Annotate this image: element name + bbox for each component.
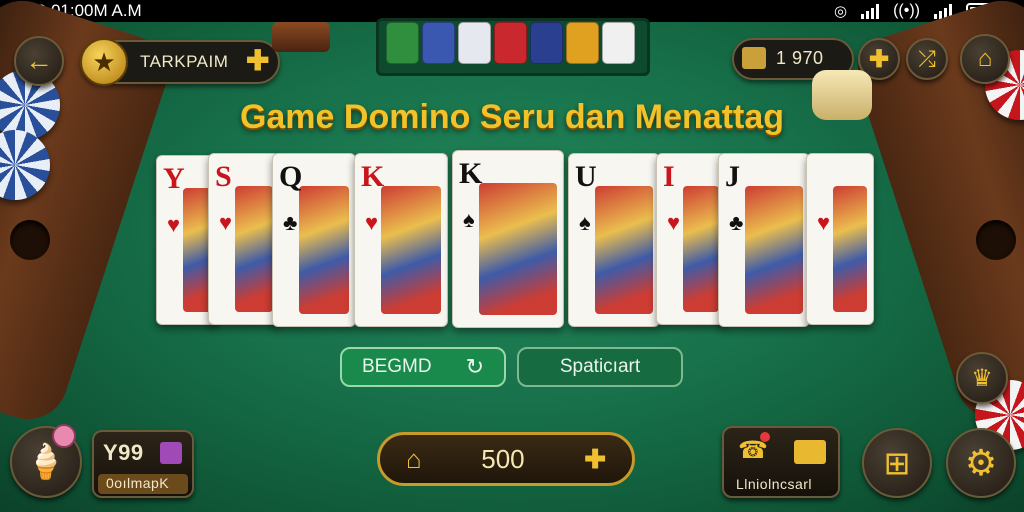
player-add-button[interactable]: ✚ <box>246 44 269 77</box>
card-rank: K <box>361 160 385 193</box>
die <box>494 22 527 64</box>
refresh-icon: ↻ <box>465 354 485 379</box>
card-art <box>833 186 867 312</box>
wallet-icon <box>742 47 766 69</box>
card-art <box>235 186 273 312</box>
begin-label: BEGMD <box>361 356 432 377</box>
card-rank: J <box>725 160 740 193</box>
plus-icon[interactable]: ✚ <box>584 444 606 475</box>
die <box>602 22 635 64</box>
game-screen: Y99 01:00M A.M ◎ ((•)) ← ★ TARKPAIM ✚ 1 … <box>0 0 1024 512</box>
start-label: Spaticıart <box>559 356 641 377</box>
notification-dot <box>760 432 770 442</box>
card-suit-icon: ♠ <box>463 207 475 232</box>
begin-button[interactable]: BEGMD ↻ <box>340 347 506 387</box>
folder-icon[interactable] <box>794 440 826 464</box>
plus-icon: ✚ <box>868 45 890 73</box>
share-icon: ⤮ <box>918 46 936 71</box>
home-icon: ⌂ <box>977 45 993 72</box>
playing-card[interactable]: K ♠ <box>452 150 564 328</box>
die <box>386 22 419 64</box>
home-icon: ⌂ <box>406 443 422 474</box>
card-suit-icon: ♥ <box>167 212 181 237</box>
card-suit-icon: ♣ <box>283 210 298 235</box>
card-suit-icon: ♠ <box>579 210 591 235</box>
wifi-icon: ((•)) <box>893 2 920 19</box>
die <box>422 22 455 64</box>
ice-cream-icon: 🍦 <box>24 443 68 481</box>
card-suit-icon: ♥ <box>365 210 379 235</box>
profile-badge <box>52 424 76 448</box>
card-rank: U <box>575 160 597 193</box>
card-suit-icon: ♣ <box>729 210 744 235</box>
card-rank: K <box>459 157 483 190</box>
playing-card[interactable]: Q ♣ <box>272 153 356 327</box>
menu-button[interactable]: ⊞ <box>862 428 932 498</box>
playing-card[interactable]: I ♥ <box>656 153 726 325</box>
signal-icon <box>861 3 880 19</box>
card-rank: I <box>663 160 675 193</box>
card-art <box>745 186 803 314</box>
die <box>458 22 491 64</box>
card-art <box>595 186 653 314</box>
card-suit-icon: ♥ <box>667 210 681 235</box>
level-label: Y99 <box>103 440 144 465</box>
card-art <box>183 188 211 312</box>
arrow-left-icon: ← <box>25 45 53 76</box>
card-art <box>683 186 719 312</box>
card-rank: S <box>215 160 232 193</box>
rail-cup-left <box>10 220 50 260</box>
star-icon: ★ <box>80 38 128 86</box>
achievements-button[interactable]: ♛ <box>956 352 1008 404</box>
grid-icon: ⊞ <box>883 445 911 481</box>
trophy-icon: ♛ <box>971 364 993 392</box>
card-box <box>272 22 330 52</box>
home-button[interactable]: ⌂ <box>960 34 1010 84</box>
card-art <box>381 186 441 314</box>
die <box>566 22 599 64</box>
dice-row <box>386 22 635 64</box>
playing-card[interactable]: K ♥ <box>354 153 448 327</box>
playing-card[interactable]: J ♣ <box>718 153 810 327</box>
card-suit-icon: ♥ <box>817 210 831 235</box>
card-art <box>479 183 557 315</box>
card-suit-icon: ♥ <box>219 210 233 235</box>
rail-cup-right <box>976 220 1016 260</box>
share-button[interactable]: ⤮ <box>906 38 948 80</box>
coin-value: 1 970 <box>776 48 824 68</box>
card-art <box>299 186 349 314</box>
game-title: Game Domino Seru dan Menattag <box>239 98 785 136</box>
gear-icon: ⚙ <box>964 442 998 483</box>
card-rank: Y <box>163 162 185 195</box>
settings-button[interactable]: ⚙ <box>946 428 1016 498</box>
coin-bar[interactable]: ⌂ 500 ✚ <box>377 432 635 486</box>
playing-card[interactable]: S ♥ <box>208 153 280 325</box>
die <box>530 22 563 64</box>
start-button[interactable]: Spaticıart <box>517 347 683 387</box>
player-label: TARKPAIM <box>140 52 229 71</box>
playing-card[interactable]: ♥ <box>806 153 874 325</box>
gem-icon <box>160 442 182 464</box>
playing-card[interactable]: U ♠ <box>568 153 660 327</box>
location-icon: ◎ <box>833 3 848 20</box>
back-button[interactable]: ← <box>14 36 64 86</box>
sub-label: 0oılmapK <box>106 475 170 491</box>
coin-bar-value: 500 <box>481 443 525 474</box>
panel-label: Llniolncsarl <box>736 476 813 492</box>
card-rank: Q <box>279 160 303 193</box>
